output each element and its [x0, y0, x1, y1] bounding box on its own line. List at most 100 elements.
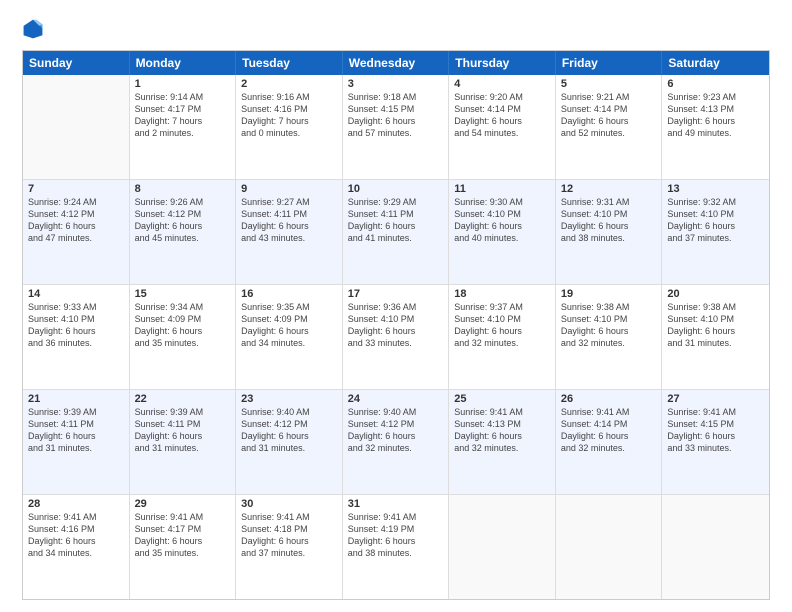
day-number: 11	[454, 183, 550, 195]
calendar-cell: 15Sunrise: 9:34 AM Sunset: 4:09 PM Dayli…	[130, 285, 237, 389]
calendar-cell: 8Sunrise: 9:26 AM Sunset: 4:12 PM Daylig…	[130, 180, 237, 284]
cell-info: Sunrise: 9:38 AM Sunset: 4:10 PM Dayligh…	[667, 301, 764, 350]
calendar-cell: 6Sunrise: 9:23 AM Sunset: 4:13 PM Daylig…	[662, 75, 769, 179]
calendar-cell: 3Sunrise: 9:18 AM Sunset: 4:15 PM Daylig…	[343, 75, 450, 179]
calendar-cell: 25Sunrise: 9:41 AM Sunset: 4:13 PM Dayli…	[449, 390, 556, 494]
cell-info: Sunrise: 9:20 AM Sunset: 4:14 PM Dayligh…	[454, 91, 550, 140]
cell-info: Sunrise: 9:41 AM Sunset: 4:19 PM Dayligh…	[348, 511, 444, 560]
day-number: 14	[28, 288, 124, 300]
calendar-cell: 2Sunrise: 9:16 AM Sunset: 4:16 PM Daylig…	[236, 75, 343, 179]
day-number: 16	[241, 288, 337, 300]
calendar-cell: 12Sunrise: 9:31 AM Sunset: 4:10 PM Dayli…	[556, 180, 663, 284]
calendar-cell: 17Sunrise: 9:36 AM Sunset: 4:10 PM Dayli…	[343, 285, 450, 389]
cell-info: Sunrise: 9:32 AM Sunset: 4:10 PM Dayligh…	[667, 196, 764, 245]
day-number: 23	[241, 393, 337, 405]
weekday-header: Saturday	[662, 51, 769, 75]
calendar-cell: 27Sunrise: 9:41 AM Sunset: 4:15 PM Dayli…	[662, 390, 769, 494]
calendar-cell: 20Sunrise: 9:38 AM Sunset: 4:10 PM Dayli…	[662, 285, 769, 389]
calendar-cell: 13Sunrise: 9:32 AM Sunset: 4:10 PM Dayli…	[662, 180, 769, 284]
cell-info: Sunrise: 9:14 AM Sunset: 4:17 PM Dayligh…	[135, 91, 231, 140]
weekday-header: Friday	[556, 51, 663, 75]
weekday-header: Tuesday	[236, 51, 343, 75]
calendar-cell: 5Sunrise: 9:21 AM Sunset: 4:14 PM Daylig…	[556, 75, 663, 179]
day-number: 20	[667, 288, 764, 300]
cell-info: Sunrise: 9:29 AM Sunset: 4:11 PM Dayligh…	[348, 196, 444, 245]
logo	[22, 18, 48, 40]
weekday-header: Sunday	[23, 51, 130, 75]
day-number: 24	[348, 393, 444, 405]
calendar-row: 14Sunrise: 9:33 AM Sunset: 4:10 PM Dayli…	[23, 285, 769, 390]
calendar-cell: 29Sunrise: 9:41 AM Sunset: 4:17 PM Dayli…	[130, 495, 237, 599]
day-number: 7	[28, 183, 124, 195]
day-number: 26	[561, 393, 657, 405]
calendar-cell: 22Sunrise: 9:39 AM Sunset: 4:11 PM Dayli…	[130, 390, 237, 494]
calendar-header: SundayMondayTuesdayWednesdayThursdayFrid…	[23, 51, 769, 75]
calendar-cell: 18Sunrise: 9:37 AM Sunset: 4:10 PM Dayli…	[449, 285, 556, 389]
day-number: 8	[135, 183, 231, 195]
day-number: 1	[135, 78, 231, 90]
calendar-cell: 28Sunrise: 9:41 AM Sunset: 4:16 PM Dayli…	[23, 495, 130, 599]
calendar-body: 1Sunrise: 9:14 AM Sunset: 4:17 PM Daylig…	[23, 75, 769, 599]
cell-info: Sunrise: 9:16 AM Sunset: 4:16 PM Dayligh…	[241, 91, 337, 140]
day-number: 4	[454, 78, 550, 90]
cell-info: Sunrise: 9:41 AM Sunset: 4:18 PM Dayligh…	[241, 511, 337, 560]
day-number: 15	[135, 288, 231, 300]
calendar-cell: 1Sunrise: 9:14 AM Sunset: 4:17 PM Daylig…	[130, 75, 237, 179]
cell-info: Sunrise: 9:41 AM Sunset: 4:15 PM Dayligh…	[667, 406, 764, 455]
calendar-cell: 4Sunrise: 9:20 AM Sunset: 4:14 PM Daylig…	[449, 75, 556, 179]
cell-info: Sunrise: 9:26 AM Sunset: 4:12 PM Dayligh…	[135, 196, 231, 245]
cell-info: Sunrise: 9:36 AM Sunset: 4:10 PM Dayligh…	[348, 301, 444, 350]
cell-info: Sunrise: 9:21 AM Sunset: 4:14 PM Dayligh…	[561, 91, 657, 140]
cell-info: Sunrise: 9:37 AM Sunset: 4:10 PM Dayligh…	[454, 301, 550, 350]
day-number: 22	[135, 393, 231, 405]
calendar-cell: 16Sunrise: 9:35 AM Sunset: 4:09 PM Dayli…	[236, 285, 343, 389]
weekday-header: Monday	[130, 51, 237, 75]
logo-icon	[22, 18, 44, 40]
day-number: 18	[454, 288, 550, 300]
cell-info: Sunrise: 9:27 AM Sunset: 4:11 PM Dayligh…	[241, 196, 337, 245]
calendar-cell: 31Sunrise: 9:41 AM Sunset: 4:19 PM Dayli…	[343, 495, 450, 599]
calendar-row: 1Sunrise: 9:14 AM Sunset: 4:17 PM Daylig…	[23, 75, 769, 180]
cell-info: Sunrise: 9:23 AM Sunset: 4:13 PM Dayligh…	[667, 91, 764, 140]
cell-info: Sunrise: 9:38 AM Sunset: 4:10 PM Dayligh…	[561, 301, 657, 350]
day-number: 27	[667, 393, 764, 405]
day-number: 25	[454, 393, 550, 405]
day-number: 3	[348, 78, 444, 90]
calendar-cell: 26Sunrise: 9:41 AM Sunset: 4:14 PM Dayli…	[556, 390, 663, 494]
day-number: 9	[241, 183, 337, 195]
cell-info: Sunrise: 9:41 AM Sunset: 4:17 PM Dayligh…	[135, 511, 231, 560]
weekday-header: Thursday	[449, 51, 556, 75]
calendar-cell: 11Sunrise: 9:30 AM Sunset: 4:10 PM Dayli…	[449, 180, 556, 284]
calendar-cell: 9Sunrise: 9:27 AM Sunset: 4:11 PM Daylig…	[236, 180, 343, 284]
day-number: 2	[241, 78, 337, 90]
header	[22, 18, 770, 40]
calendar-cell: 19Sunrise: 9:38 AM Sunset: 4:10 PM Dayli…	[556, 285, 663, 389]
empty-cell	[449, 495, 556, 599]
calendar-row: 21 Sunrise: 9:39 AM Sunset: 4:11 PM Dayli…	[23, 390, 769, 495]
cell-info: Sunrise: 9:41 AM Sunset: 4:16 PM Dayligh…	[28, 511, 124, 560]
calendar-row: 28Sunrise: 9:41 AM Sunset: 4:16 PM Dayli…	[23, 495, 769, 599]
cell-info: Sunrise: 9:39 AM Sunset: 4:11 PM Dayligh…	[135, 406, 231, 455]
calendar-cell: 14Sunrise: 9:33 AM Sunset: 4:10 PM Dayli…	[23, 285, 130, 389]
weekday-header: Wednesday	[343, 51, 450, 75]
cell-info: Sunrise: 9:40 AM Sunset: 4:12 PM Dayligh…	[348, 406, 444, 455]
day-number: 29	[135, 498, 231, 510]
day-number: 21	[28, 393, 124, 405]
calendar-cell: 10Sunrise: 9:29 AM Sunset: 4:11 PM Dayli…	[343, 180, 450, 284]
day-number: 30	[241, 498, 337, 510]
cell-info: Sunrise: 9:40 AM Sunset: 4:12 PM Dayligh…	[241, 406, 337, 455]
calendar-cell: 24Sunrise: 9:40 AM Sunset: 4:12 PM Dayli…	[343, 390, 450, 494]
calendar-row: 7Sunrise: 9:24 AM Sunset: 4:12 PM Daylig…	[23, 180, 769, 285]
day-number: 12	[561, 183, 657, 195]
empty-cell	[556, 495, 663, 599]
day-number: 28	[28, 498, 124, 510]
calendar-cell: 7Sunrise: 9:24 AM Sunset: 4:12 PM Daylig…	[23, 180, 130, 284]
day-number: 19	[561, 288, 657, 300]
day-number: 13	[667, 183, 764, 195]
day-number: 5	[561, 78, 657, 90]
calendar-cell: 23Sunrise: 9:40 AM Sunset: 4:12 PM Dayli…	[236, 390, 343, 494]
empty-cell	[662, 495, 769, 599]
day-number: 31	[348, 498, 444, 510]
cell-info: Sunrise: 9:24 AM Sunset: 4:12 PM Dayligh…	[28, 196, 124, 245]
cell-info: Sunrise: 9:18 AM Sunset: 4:15 PM Dayligh…	[348, 91, 444, 140]
